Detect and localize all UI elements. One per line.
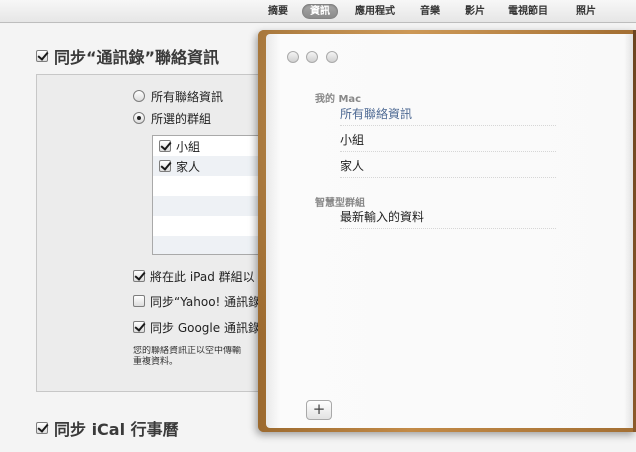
sync-contacts-checkbox[interactable] [36,50,48,62]
radio-all-contacts[interactable] [133,90,145,102]
group-row-empty [153,196,267,216]
tab-photos[interactable]: 照片 [576,4,596,19]
group-row-empty [153,216,267,236]
tab-summary[interactable]: 摘要 [268,4,288,19]
tab-apps[interactable]: 應用程式 [355,4,395,19]
group-row-family[interactable]: 家人 [153,156,267,176]
device-tab-bar: 摘要 資訊 應用程式 音樂 影片 電視節目 照片 [0,0,636,23]
group-list: 小組 家人 [152,135,268,255]
option-yahoo-row[interactable]: 同步“Yahoo! 通訊錄 [133,293,260,309]
note-line-2: 重複資料。 [133,357,179,367]
radio-selected-groups-label: 所選的群組 [151,111,212,126]
note-line-1: 您的聯絡資訊正以空中傳輸 [133,346,242,356]
sync-ical-title: 同步 iCal 行事曆 [54,420,179,439]
option-google-row[interactable]: 同步 Google 通訊錄 [133,319,260,335]
radio-selected-groups-row[interactable]: 所選的群組 [133,110,211,126]
radio-all-contacts-label: 所有聯絡資訊 [151,89,224,104]
contacts-sync-note: 您的聯絡資訊正以空中傳輸 重複資料。 [133,346,273,368]
window-zoom-button[interactable] [326,51,338,63]
source-all-contacts[interactable]: 所有聯絡資訊 [340,102,556,126]
sync-ical-checkbox[interactable] [36,422,48,434]
group-small-checkbox[interactable] [159,140,171,152]
option-ipad-groups-row[interactable]: 將在此 iPad 群組以 [133,268,255,284]
option-google-checkbox[interactable] [133,321,145,333]
tab-info[interactable]: 資訊 [302,4,338,19]
source-group-small[interactable]: 小組 [340,128,556,152]
sync-contacts-heading: 同步“通訊錄”聯絡資訊 [36,44,219,68]
tab-music[interactable]: 音樂 [420,4,440,19]
add-group-button[interactable]: + [306,400,332,420]
option-ipad-groups-label: 將在此 iPad 群組以 [150,269,255,284]
tab-tv-shows[interactable]: 電視節目 [508,4,548,19]
radio-all-contacts-row[interactable]: 所有聯絡資訊 [133,88,223,104]
group-family-label: 家人 [176,159,201,174]
option-yahoo-checkbox[interactable] [133,295,145,307]
option-ipad-groups-checkbox[interactable] [133,270,145,282]
group-small-label: 小組 [176,139,201,154]
radio-selected-groups[interactable] [133,112,145,124]
group-family-checkbox[interactable] [159,160,171,172]
source-group-family[interactable]: 家人 [340,154,556,178]
tab-movies[interactable]: 影片 [465,4,485,19]
address-book-window: 我的 Mac 所有聯絡資訊 小組 家人 智慧型群組 最新輸入的資料 + [258,30,636,432]
window-minimize-button[interactable] [306,51,318,63]
smart-group-recent-imports[interactable]: 最新輸入的資料 [340,205,556,229]
group-row-empty [153,176,267,196]
option-yahoo-label: 同步“Yahoo! 通訊錄 [150,294,261,309]
window-close-button[interactable] [287,51,299,63]
option-google-label: 同步 Google 通訊錄 [150,320,260,335]
sync-contacts-title: 同步“通訊錄”聯絡資訊 [54,48,220,67]
group-row-empty [153,236,267,254]
sync-ical-heading: 同步 iCal 行事曆 [36,416,179,440]
plus-icon: + [312,400,326,418]
address-book-page: 我的 Mac 所有聯絡資訊 小組 家人 智慧型群組 最新輸入的資料 + [266,34,636,428]
group-row-small[interactable]: 小組 [153,136,267,156]
